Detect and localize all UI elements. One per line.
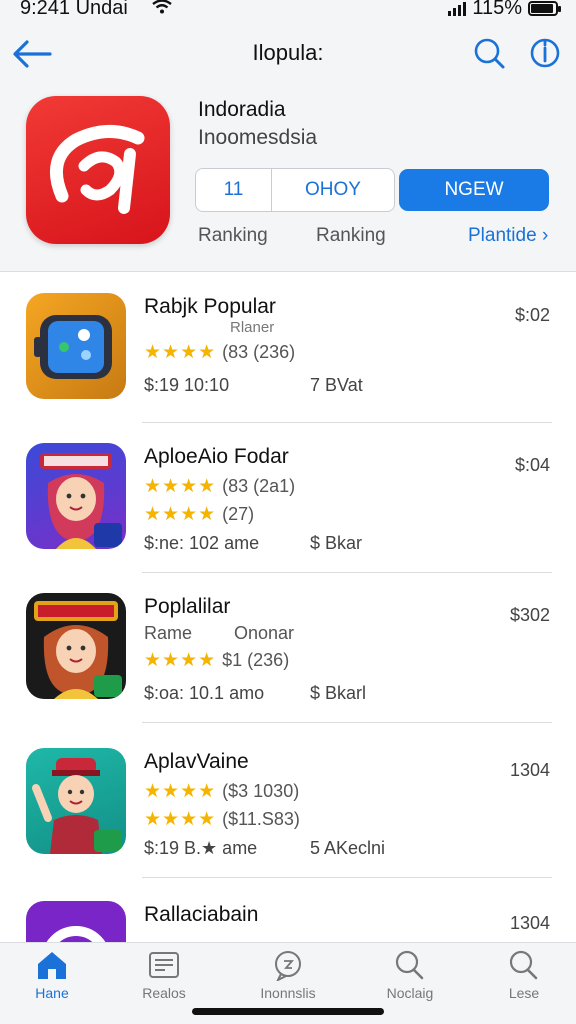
- home-icon: [38, 952, 66, 979]
- app-icon[interactable]: [26, 96, 170, 244]
- tab-label: Hane: [35, 985, 69, 1001]
- home-indicator: [192, 1008, 384, 1015]
- item-rating-secondary: ★★★★ (27): [144, 503, 254, 526]
- app-thumbnail-target: [26, 901, 126, 943]
- status-bar: 9:241 Undai 115%: [0, 0, 576, 20]
- item-meta-right: $ Bkar: [310, 533, 363, 553]
- item-meta-left: $:oa: 10.1 amo: [144, 683, 265, 703]
- list-item[interactable]: AploeAio Fodar $:04 ★★★★ (83 (2a1) ★★★★ (2…: [0, 423, 576, 573]
- list-item[interactable]: Rallaciabain 1304: [0, 881, 576, 943]
- item-price[interactable]: $:02: [515, 305, 550, 326]
- item-meta-right: 5 AKeclni: [310, 838, 386, 858]
- item-price[interactable]: 1304: [510, 760, 550, 781]
- search-icon[interactable]: [472, 36, 506, 70]
- item-rating: ★★★★ $1 (236): [144, 649, 289, 672]
- star-rating: ★★★★: [144, 650, 217, 671]
- item-subtitle-left: Rame: [144, 623, 193, 643]
- see-more-link[interactable]: Plantide ›: [468, 225, 548, 247]
- rating-count: (83 (236): [222, 342, 296, 362]
- search-icon: [395, 950, 424, 980]
- app-header: Ilopula: Indoradia Inoomesdsia 11 OHOY N…: [0, 20, 576, 272]
- segmented-control: 11 OHOY: [195, 168, 395, 212]
- item-title: AploeAio Fodar: [144, 445, 289, 468]
- new-button[interactable]: NGEW: [399, 169, 549, 211]
- app-thumbnail-watch: [26, 293, 126, 399]
- app-thumbnail-character: [26, 443, 126, 549]
- news-icon: [149, 952, 179, 978]
- list-item[interactable]: Rabjk Popular $:02 Rlaner ★★★★ (83 (236) …: [0, 273, 576, 423]
- battery-icon: [528, 1, 561, 16]
- item-meta-left: $:ne: 102 ame: [144, 533, 260, 553]
- rating-count: ($3 1030): [222, 781, 300, 801]
- rating-count: $1 (236): [222, 650, 290, 670]
- star-rating: ★★★★: [144, 342, 217, 363]
- tab-home[interactable]: Hane: [6, 949, 98, 1013]
- item-price[interactable]: $:04: [515, 455, 550, 476]
- item-subtitle-right: Ononar: [234, 623, 295, 643]
- wifi-icon: [152, 0, 172, 14]
- item-rating-secondary: ★★★★ ($11.S83): [144, 808, 300, 831]
- item-price[interactable]: $302: [510, 605, 550, 626]
- tab-label: Inonnslis: [260, 985, 316, 1001]
- tab-news[interactable]: Realos: [118, 949, 210, 1013]
- app-name: Indoradia: [198, 98, 286, 121]
- item-subtitle: Rlaner: [230, 319, 275, 336]
- ranking-label-2: Ranking: [316, 225, 386, 246]
- item-title: Poplalilar: [144, 595, 231, 618]
- tab-search[interactable]: Noclaig: [364, 949, 456, 1013]
- item-meta-left: $:19 B.★ ame: [144, 838, 258, 858]
- list-item[interactable]: AplavVaine 1304 ★★★★ ($3 1030) ★★★★ ($11.S…: [0, 728, 576, 878]
- ranking-label-1: Ranking: [198, 225, 268, 246]
- app-subtitle: Inoomesdsia: [198, 126, 318, 149]
- battery-percent: 115%: [472, 0, 522, 19]
- rating-count: (27): [222, 504, 255, 524]
- status-right: 115%: [448, 0, 561, 20]
- star-rating: ★★★★: [144, 809, 217, 830]
- character-icon: [34, 601, 122, 699]
- row-divider: [142, 722, 552, 723]
- status-time: 9:241 Undai: [20, 0, 128, 19]
- item-meta-right: $ Bkarl: [310, 683, 367, 703]
- signal-icon: [448, 1, 467, 16]
- tab-label: Noclaig: [386, 985, 434, 1001]
- star-rating: ★★★★: [144, 781, 217, 802]
- tab-chat[interactable]: Inonnslis: [242, 949, 334, 1013]
- item-rating: ★★★★ (83 (2a1): [144, 475, 295, 498]
- target-icon: [45, 926, 107, 943]
- tab-lese[interactable]: Lese: [478, 949, 570, 1013]
- app-thumbnail-character: [26, 593, 126, 699]
- item-rating: ★★★★ ($3 1030): [144, 780, 299, 803]
- item-title: Rallaciabain: [144, 903, 259, 926]
- star-rating: ★★★★: [144, 504, 217, 525]
- item-meta-right: 7 BVat: [310, 375, 363, 395]
- rating-count: ($11.S83): [222, 809, 300, 829]
- segment-second[interactable]: OHOY: [272, 169, 394, 211]
- item-title: AplavVaine: [144, 750, 249, 773]
- rating-count: (83 (2a1): [222, 476, 296, 496]
- character-icon: [32, 758, 122, 854]
- star-rating: ★★★★: [144, 476, 217, 497]
- item-title: Rabjk Popular: [144, 295, 276, 318]
- item-rating: ★★★★ (83 (236): [144, 341, 295, 364]
- row-divider: [142, 877, 552, 878]
- tab-label: Lese: [508, 985, 540, 1001]
- character-icon: [40, 453, 122, 549]
- info-icon[interactable]: [528, 36, 562, 70]
- app-thumbnail-character: [26, 748, 126, 854]
- segment-first[interactable]: 11: [196, 169, 272, 211]
- chat-icon: [275, 951, 301, 981]
- list-item[interactable]: Poplalilar $302 Rame Ononar ★★★★ $1 (236)…: [0, 573, 576, 723]
- tab-label: Realos: [142, 985, 186, 1001]
- item-meta-left: $:19 10:10: [144, 375, 230, 395]
- watch-icon: [34, 315, 112, 379]
- app-logo-icon: [49, 124, 145, 214]
- search-icon: [509, 950, 538, 980]
- item-price[interactable]: 1304: [510, 913, 550, 934]
